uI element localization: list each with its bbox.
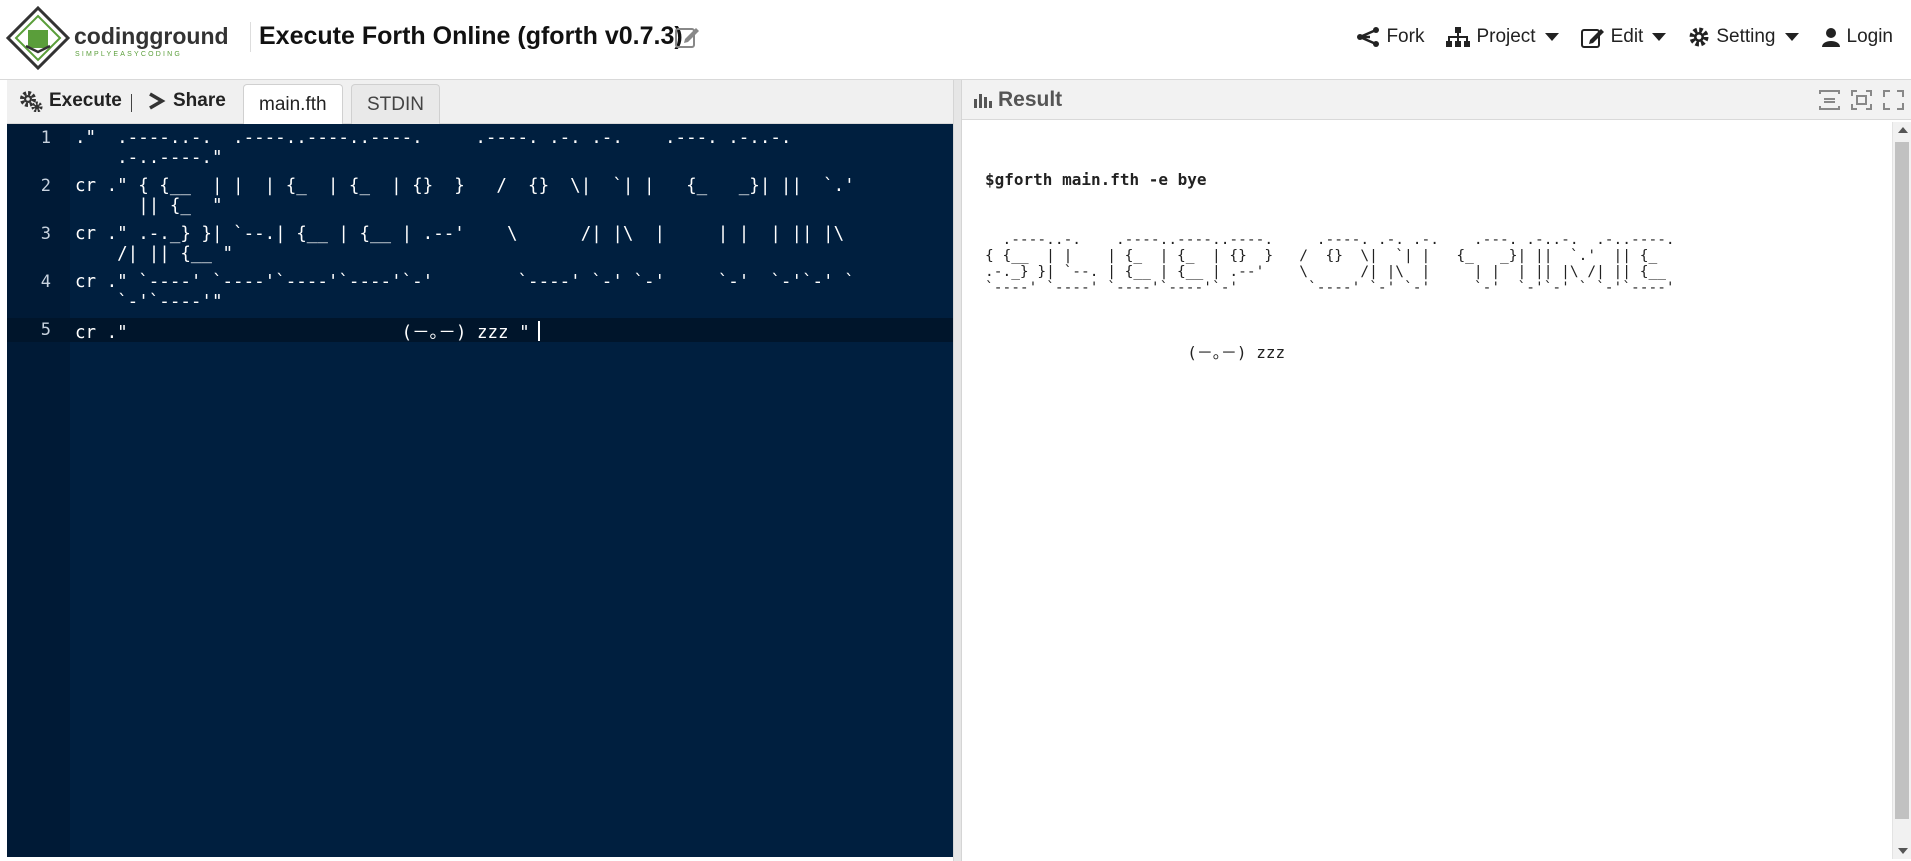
editor-pane: Execute Share main.fth STDIN 1 ." .----.… xyxy=(7,80,953,857)
code-line-text: cr ." (－｡－) zzz " xyxy=(75,323,530,343)
share-button[interactable]: Share xyxy=(147,90,226,112)
tab-stdin[interactable]: STDIN xyxy=(351,84,440,124)
sitemap-icon xyxy=(1446,27,1471,47)
pane-splitter[interactable] xyxy=(953,80,962,861)
window-controls xyxy=(1809,89,1905,116)
top-nav: Fork Project Edit Setting Login xyxy=(1334,22,1893,52)
result-scrollbar[interactable] xyxy=(1892,122,1911,859)
editor-toolbar: Execute Share main.fth STDIN xyxy=(7,80,953,124)
code-line[interactable]: cr ." .-._} }| `--.| {__ | {__ | .--' \ … xyxy=(75,224,949,264)
project-label: Project xyxy=(1476,26,1536,47)
gear-icon xyxy=(1689,27,1709,47)
logo-tagline-text: SIMPLYEASYCODING xyxy=(75,51,182,58)
result-header: Result xyxy=(962,80,1911,120)
login-button[interactable]: Login xyxy=(1821,26,1894,48)
login-label: Login xyxy=(1846,26,1894,47)
output-sleep-line: (－｡－) zzz xyxy=(985,343,1286,362)
toolbar-separator xyxy=(131,94,132,112)
line-number: 3 xyxy=(40,224,51,244)
minimize-icon[interactable] xyxy=(1818,89,1841,116)
scroll-up-arrow-icon[interactable] xyxy=(1898,127,1908,133)
chevron-down-icon xyxy=(1784,33,1799,41)
setting-menu[interactable]: Setting xyxy=(1688,26,1799,48)
restore-icon[interactable] xyxy=(1850,89,1873,116)
header-divider xyxy=(250,22,251,52)
fork-label: Fork xyxy=(1386,26,1425,47)
scroll-down-arrow-icon[interactable] xyxy=(1898,848,1908,854)
edit-title-icon[interactable] xyxy=(674,24,700,50)
code-line[interactable]: cr ." `----' `----'`----'`----'`-' `----… xyxy=(75,272,949,312)
code-editor[interactable]: 1 ." .----..-. .----..----..----. .----.… xyxy=(7,124,953,857)
fork-button[interactable]: Fork xyxy=(1356,26,1424,48)
result-output: $gforth main.fth -e bye .----..-. .----.… xyxy=(985,136,1875,395)
text-cursor xyxy=(537,321,540,341)
gears-icon xyxy=(20,91,43,112)
setting-label: Setting xyxy=(1716,26,1776,47)
result-pane: Result $gforth main.fth -e bye .----..-.… xyxy=(962,80,1911,861)
chevron-down-icon xyxy=(1652,33,1667,41)
output-ascii-art: .----..-. .----..----..----. .----. .-. … xyxy=(985,232,1675,296)
result-title-text: Result xyxy=(998,88,1063,111)
project-menu[interactable]: Project xyxy=(1446,26,1559,48)
line-number: 4 xyxy=(40,272,51,292)
code-line[interactable]: cr ." { {__ | | | {_ | {_ | {} } / {} \|… xyxy=(75,176,949,216)
chevron-down-icon xyxy=(1544,33,1559,41)
tab-main-fth[interactable]: main.fth xyxy=(243,84,343,124)
codingground-logo[interactable]: codingground SIMPLYEASYCODING xyxy=(4,6,244,74)
page-title: Execute Forth Online (gforth v0.7.3) xyxy=(259,22,683,50)
fork-icon xyxy=(1357,27,1380,47)
logo-brand-text: codingground xyxy=(74,23,229,49)
execute-label: Execute xyxy=(49,90,122,111)
share-chevron-icon xyxy=(149,92,166,110)
top-header: codingground SIMPLYEASYCODING Execute Fo… xyxy=(0,0,1911,80)
line-number: 2 xyxy=(40,176,51,196)
edit-menu[interactable]: Edit xyxy=(1580,26,1667,48)
bar-chart-icon xyxy=(974,94,992,108)
fullscreen-icon[interactable] xyxy=(1882,89,1905,116)
edit-label: Edit xyxy=(1610,26,1644,47)
code-line[interactable]: ." .----..-. .----..----..----. .----. .… xyxy=(75,128,949,168)
share-label: Share xyxy=(173,90,226,111)
execute-button[interactable]: Execute xyxy=(19,90,122,112)
edit-icon xyxy=(1580,29,1604,48)
result-title: Result xyxy=(972,88,1062,112)
output-command-line: $gforth main.fth -e bye xyxy=(985,170,1207,189)
user-icon xyxy=(1821,28,1840,47)
line-number: 5 xyxy=(40,320,51,340)
line-number: 1 xyxy=(40,128,51,148)
scroll-thumb[interactable] xyxy=(1895,142,1909,819)
code-line-active[interactable]: cr ." (－｡－) zzz " xyxy=(75,321,540,343)
